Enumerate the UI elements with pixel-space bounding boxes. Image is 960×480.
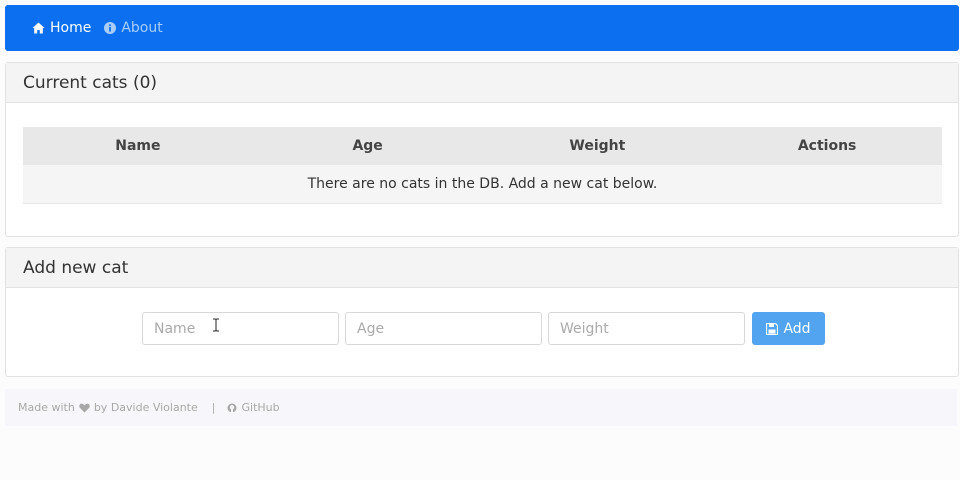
add-button-label: Add — [783, 320, 811, 337]
heart-icon — [79, 403, 90, 412]
add-cat-heading: Add new cat — [6, 248, 958, 288]
github-label: GitHub — [241, 401, 280, 414]
current-cats-heading: Current cats (0) — [6, 63, 958, 103]
add-cat-title: Add new cat — [23, 257, 129, 278]
footer-separator: | — [211, 401, 216, 414]
add-button[interactable]: Add — [752, 312, 825, 345]
github-icon — [227, 403, 237, 412]
home-icon — [32, 22, 45, 34]
table-row: There are no cats in the DB. Add a new c… — [23, 165, 942, 204]
footer-made-with: Made with — [18, 401, 75, 414]
column-header-age: Age — [252, 127, 483, 165]
add-cat-form: Add — [142, 312, 825, 345]
info-icon — [104, 22, 117, 34]
age-input[interactable] — [345, 312, 542, 345]
name-input[interactable] — [142, 312, 339, 345]
floppy-disk-icon — [766, 322, 779, 335]
current-cats-panel: Current cats (0) Name Age Weight Actions… — [5, 62, 959, 237]
text-cursor-icon — [213, 318, 219, 332]
footer: Made with by Davide Violante | GitHub — [5, 389, 957, 426]
nav-home-link[interactable]: Home — [32, 20, 91, 36]
add-cat-panel: Add new cat Add — [5, 247, 959, 377]
navbar: Home About — [5, 5, 959, 51]
cats-table: Name Age Weight Actions There are no cat… — [23, 127, 942, 204]
github-link[interactable]: GitHub — [227, 401, 280, 414]
column-header-name: Name — [23, 127, 253, 165]
footer-author: by Davide Violante — [93, 401, 198, 414]
empty-table-message: There are no cats in the DB. Add a new c… — [23, 165, 942, 204]
column-header-weight: Weight — [482, 127, 713, 165]
weight-input[interactable] — [548, 312, 745, 345]
column-header-actions: Actions — [712, 127, 942, 165]
nav-about-link[interactable]: About — [104, 20, 163, 36]
nav-home-label: Home — [50, 20, 92, 36]
current-cats-title: Current cats (0) — [23, 72, 158, 93]
table-header-row: Name Age Weight Actions — [23, 127, 942, 165]
nav-about-label: About — [121, 20, 163, 36]
